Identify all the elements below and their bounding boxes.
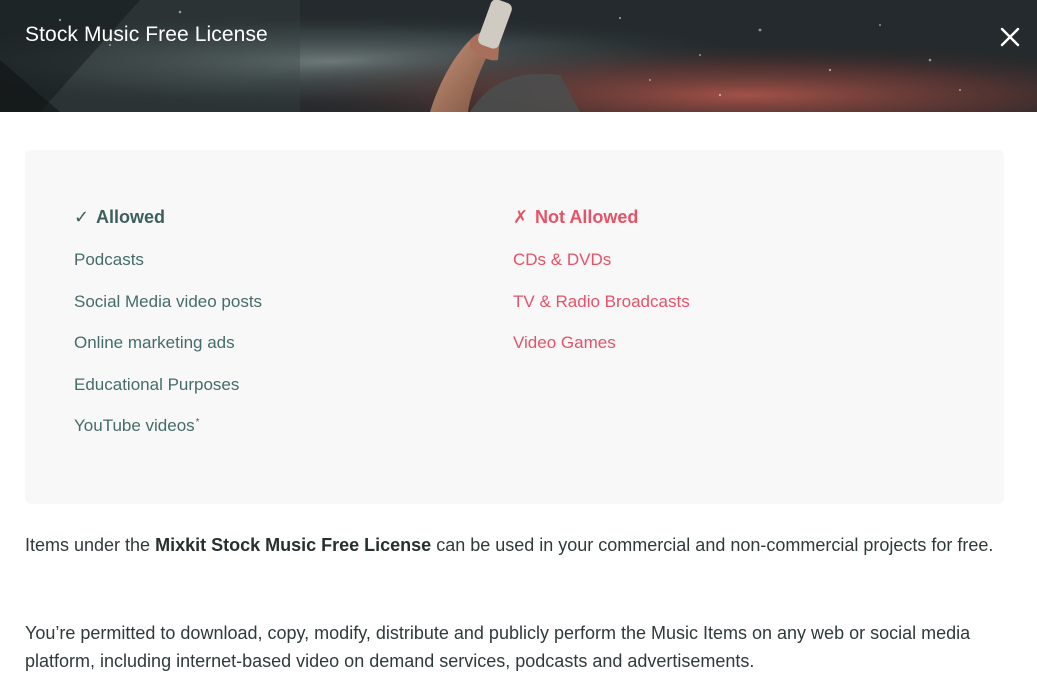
not-allowed-column: ✗ Not Allowed CDs & DVDs TV & Radio Broa… bbox=[513, 203, 690, 375]
not-allowed-heading: ✗ Not Allowed bbox=[513, 203, 690, 231]
permissions-paragraph: You’re permitted to download, copy, modi… bbox=[25, 623, 971, 671]
allowed-item-social-media: Social Media video posts bbox=[74, 292, 262, 312]
not-allowed-item-video-games: Video Games bbox=[513, 333, 690, 353]
not-allowed-heading-label: Not Allowed bbox=[535, 206, 639, 227]
description-text-before: Items under the bbox=[25, 535, 156, 555]
allowed-item-label: Podcasts bbox=[74, 250, 144, 269]
allowed-heading: ✓ Allowed bbox=[74, 203, 262, 231]
cross-icon: ✗ bbox=[513, 206, 529, 227]
license-name-strong: Mixkit Stock Music Free License bbox=[155, 535, 432, 555]
close-icon bbox=[1000, 27, 1020, 47]
allowed-column: ✓ Allowed Podcasts Social Media video po… bbox=[74, 203, 262, 458]
description-text-after: can be used in your commercial and non-c… bbox=[431, 535, 994, 555]
license-usage-card: ✓ Allowed Podcasts Social Media video po… bbox=[25, 150, 1004, 504]
allowed-item-label: YouTube videos bbox=[74, 416, 195, 435]
allowed-item-marketing-ads: Online marketing ads bbox=[74, 333, 262, 353]
not-allowed-item-label: CDs & DVDs bbox=[513, 250, 612, 269]
allowed-list: Podcasts Social Media video posts Online… bbox=[74, 250, 262, 436]
modal-title: Stock Music Free License bbox=[25, 23, 268, 46]
not-allowed-item-label: Video Games bbox=[513, 333, 616, 352]
not-allowed-item-broadcasts: TV & Radio Broadcasts bbox=[513, 292, 690, 312]
license-description-paragraph: Items under the Mixkit Stock Music Free … bbox=[25, 531, 1005, 559]
not-allowed-item-label: TV & Radio Broadcasts bbox=[513, 291, 690, 311]
allowed-item-youtube: YouTube videos* bbox=[74, 416, 262, 436]
allowed-item-educational: Educational Purposes bbox=[74, 375, 262, 395]
allowed-item-label: Educational Purposes bbox=[74, 374, 240, 394]
not-allowed-list: CDs & DVDs TV & Radio Broadcasts Video G… bbox=[513, 250, 690, 353]
modal-header: Stock Music Free License bbox=[0, 0, 1037, 112]
close-button[interactable] bbox=[997, 24, 1023, 50]
allowed-item-label: Social Media video posts bbox=[74, 291, 263, 311]
header-concert-photo bbox=[0, 0, 1037, 112]
allowed-item-podcasts: Podcasts bbox=[74, 250, 262, 270]
footnote-asterisk: * bbox=[195, 417, 200, 428]
checkmark-icon: ✓ bbox=[74, 206, 90, 227]
not-allowed-item-cds-dvds: CDs & DVDs bbox=[513, 250, 690, 270]
allowed-item-label: Online marketing ads bbox=[74, 333, 235, 352]
allowed-heading-label: Allowed bbox=[96, 206, 166, 227]
